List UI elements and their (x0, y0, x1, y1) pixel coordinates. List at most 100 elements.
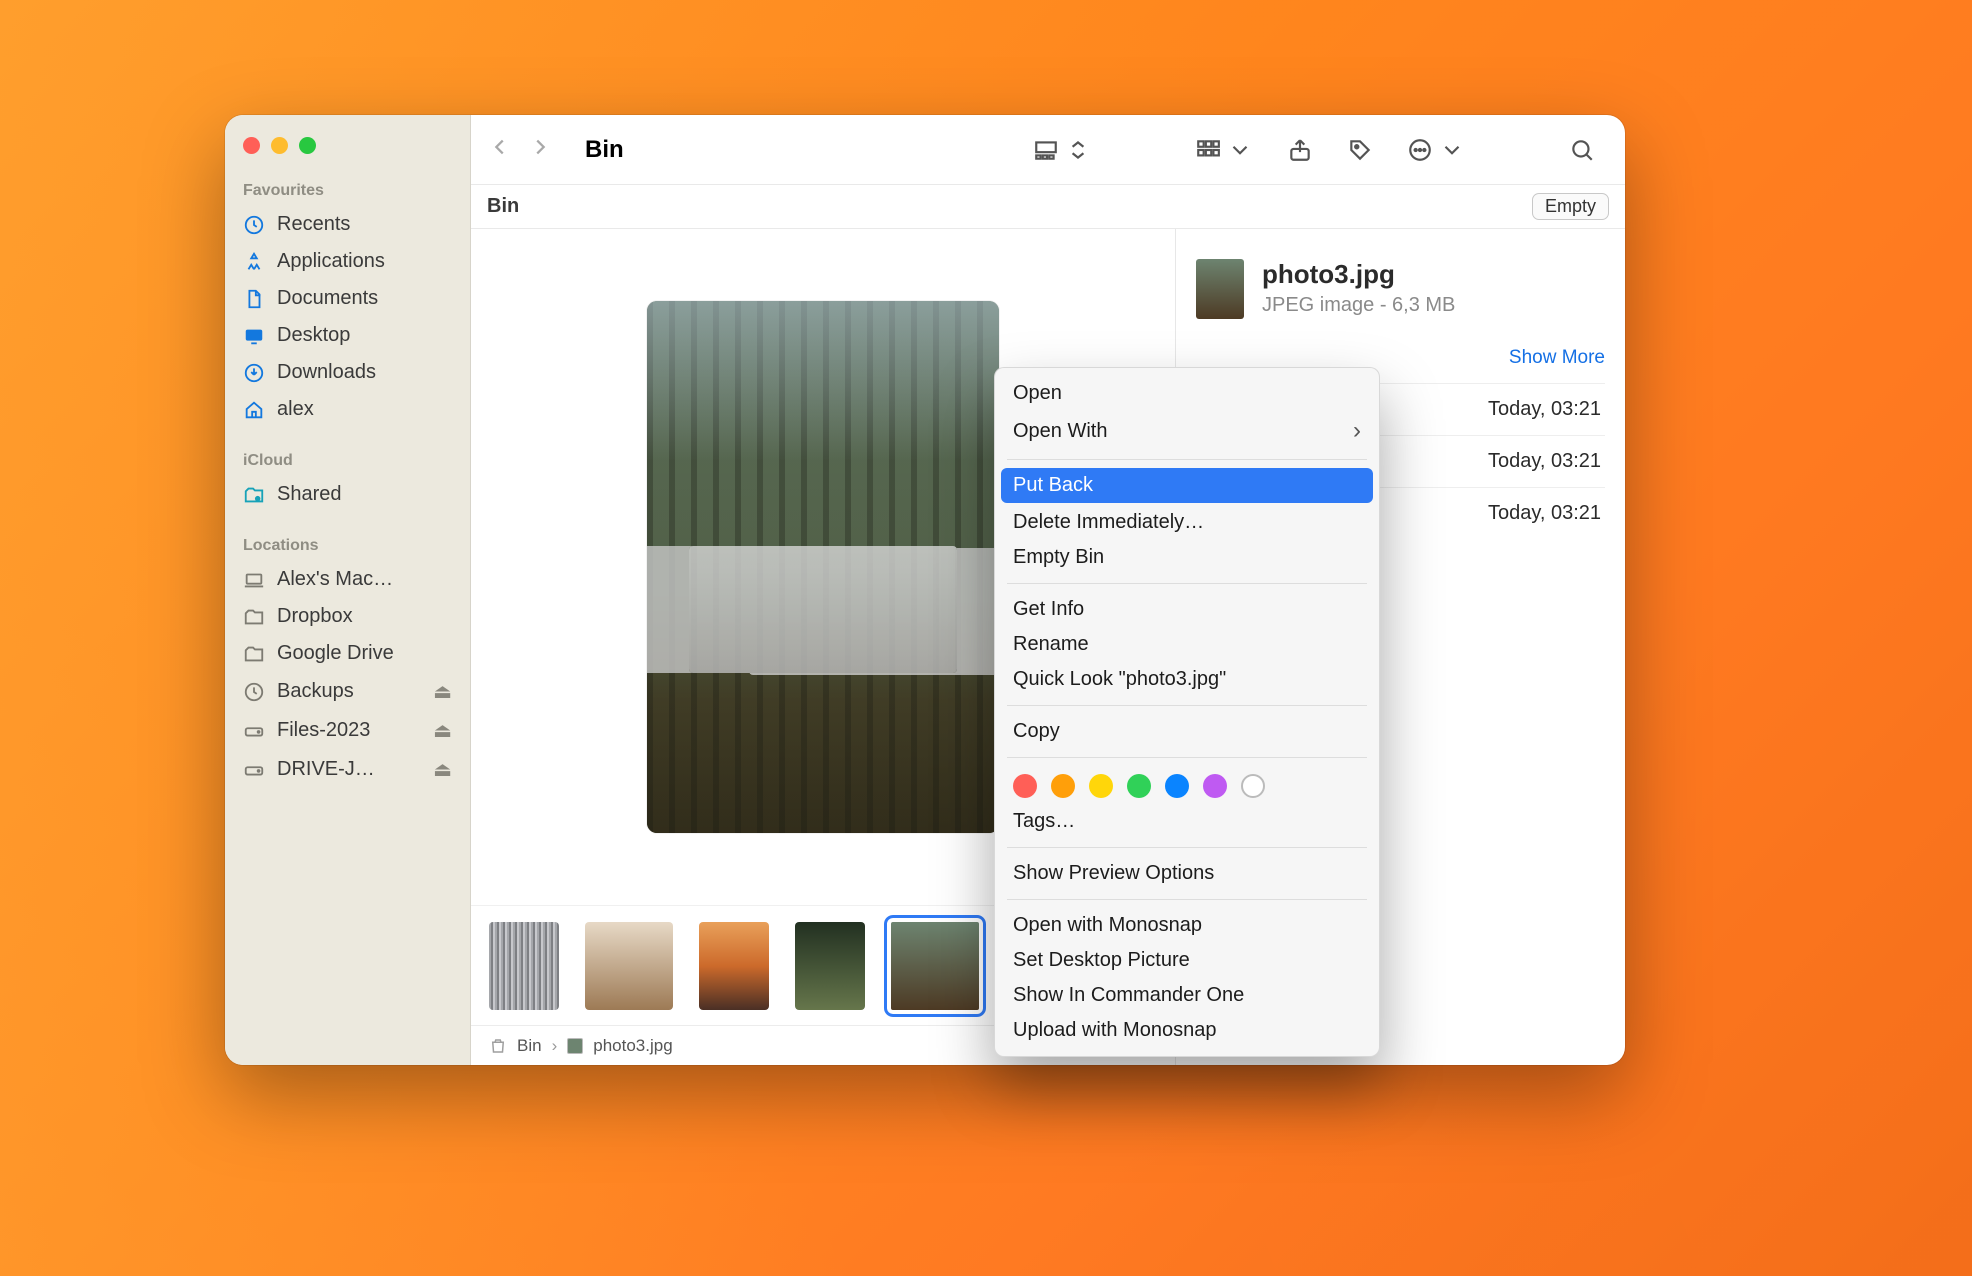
thumbnail[interactable] (489, 922, 559, 1010)
zoom-window-button[interactable] (299, 137, 316, 154)
sidebar-item-shared[interactable]: Shared (225, 476, 470, 513)
laptop-icon (243, 569, 265, 591)
ctx-preview-options[interactable]: Show Preview Options (995, 856, 1379, 891)
sidebar-item-label: Files-2023 (277, 719, 370, 742)
shared-icon (243, 484, 265, 506)
sidebar-item-home[interactable]: alex (225, 391, 470, 428)
ctx-open[interactable]: Open (995, 376, 1379, 411)
sidebar-item-desktop[interactable]: Desktop (225, 317, 470, 354)
group-by-button[interactable] (1183, 131, 1265, 169)
ctx-commander-one[interactable]: Show In Commander One (995, 978, 1379, 1013)
view-gallery-button[interactable] (1021, 131, 1103, 169)
sidebar-section-title: Locations (225, 531, 470, 561)
thumbnail[interactable] (699, 922, 769, 1010)
action-menu-button[interactable] (1395, 131, 1477, 169)
close-window-button[interactable] (243, 137, 260, 154)
breadcrumb-folder[interactable]: Bin (517, 1036, 542, 1056)
sidebar-item-applications[interactable]: Applications (225, 243, 470, 280)
minimize-window-button[interactable] (271, 137, 288, 154)
sidebar-item-label: Documents (277, 287, 378, 310)
tags-button[interactable] (1335, 131, 1385, 169)
location-label: Bin (487, 195, 519, 218)
context-menu: Open Open With Put Back Delete Immediate… (994, 367, 1380, 1057)
eject-icon[interactable]: ⏏ (433, 718, 452, 743)
sidebar-section-title: iCloud (225, 446, 470, 476)
tag-purple[interactable] (1203, 774, 1227, 798)
back-button[interactable] (489, 136, 511, 163)
sidebar-item-recents[interactable]: Recents (225, 206, 470, 243)
preview-image[interactable] (647, 301, 999, 833)
window-title: Bin (585, 136, 624, 164)
finder-window: Favourites Recents Applications Document… (225, 115, 1625, 1065)
sidebar-item-label: Downloads (277, 361, 376, 384)
sidebar-item-label: Recents (277, 213, 350, 236)
sidebar-item-mac[interactable]: Alex's Mac… (225, 561, 470, 598)
window-controls (225, 129, 470, 176)
tag-orange[interactable] (1051, 774, 1075, 798)
sidebar-item-gdrive[interactable]: Google Drive (225, 635, 470, 672)
sidebar-item-label: Desktop (277, 324, 350, 347)
file-thumb-icon (567, 1038, 583, 1054)
eject-icon[interactable]: ⏏ (433, 757, 452, 782)
info-value: Today, 03:21 (1488, 450, 1601, 473)
empty-bin-button[interactable]: Empty (1532, 193, 1609, 220)
folder-icon (243, 643, 265, 665)
ctx-open-monosnap[interactable]: Open with Monosnap (995, 908, 1379, 943)
ctx-put-back[interactable]: Put Back (1001, 468, 1373, 503)
info-value: Today, 03:21 (1488, 502, 1601, 525)
desktop-icon (243, 325, 265, 347)
info-value: Today, 03:21 (1488, 398, 1601, 421)
apps-icon (243, 251, 265, 273)
ctx-quick-look[interactable]: Quick Look "photo3.jpg" (995, 662, 1379, 697)
location-bar: Bin Empty (471, 185, 1625, 229)
sidebar-item-backups[interactable]: Backups ⏏ (225, 672, 470, 711)
tag-blue[interactable] (1165, 774, 1189, 798)
ctx-get-info[interactable]: Get Info (995, 592, 1379, 627)
sidebar-item-documents[interactable]: Documents (225, 280, 470, 317)
thumbnail[interactable] (795, 922, 865, 1010)
forward-button[interactable] (529, 136, 551, 163)
sidebar-item-label: Backups (277, 680, 354, 703)
thumbnail-selected[interactable] (891, 922, 979, 1010)
search-button[interactable] (1557, 131, 1607, 169)
tag-red[interactable] (1013, 774, 1037, 798)
ctx-upload-monosnap[interactable]: Upload with Monosnap (995, 1013, 1379, 1048)
sidebar-item-files2023[interactable]: Files-2023 ⏏ (225, 711, 470, 750)
chevron-right-icon: › (552, 1036, 558, 1056)
info-thumbnail (1196, 259, 1244, 319)
ctx-rename[interactable]: Rename (995, 627, 1379, 662)
info-filename: photo3.jpg (1262, 259, 1455, 290)
download-icon (243, 362, 265, 384)
ctx-delete-immediately[interactable]: Delete Immediately… (995, 505, 1379, 540)
breadcrumb-file[interactable]: photo3.jpg (593, 1036, 672, 1056)
folder-icon (243, 606, 265, 628)
clock-icon (243, 214, 265, 236)
ctx-set-desktop[interactable]: Set Desktop Picture (995, 943, 1379, 978)
info-kind-size: JPEG image - 6,3 MB (1262, 294, 1455, 317)
share-button[interactable] (1275, 131, 1325, 169)
tag-none[interactable] (1241, 774, 1265, 798)
thumbnail[interactable] (585, 922, 673, 1010)
ctx-open-with[interactable]: Open With (995, 411, 1379, 451)
eject-icon[interactable]: ⏏ (433, 679, 452, 704)
ctx-tags[interactable]: Tags… (995, 804, 1379, 839)
sidebar-item-label: alex (277, 398, 314, 421)
sidebar-item-label: Alex's Mac… (277, 568, 393, 591)
sidebar-section-title: Favourites (225, 176, 470, 206)
ctx-empty-bin[interactable]: Empty Bin (995, 540, 1379, 575)
sidebar-item-label: Shared (277, 483, 342, 506)
ctx-copy[interactable]: Copy (995, 714, 1379, 749)
ctx-tag-colors (995, 766, 1379, 804)
sidebar-item-dropbox[interactable]: Dropbox (225, 598, 470, 635)
sidebar-item-label: DRIVE-J… (277, 758, 375, 781)
disk-icon (243, 759, 265, 781)
tag-green[interactable] (1127, 774, 1151, 798)
sidebar-item-downloads[interactable]: Downloads (225, 354, 470, 391)
doc-icon (243, 288, 265, 310)
sidebar-item-label: Applications (277, 250, 385, 273)
sidebar-item-label: Dropbox (277, 605, 353, 628)
time-icon (243, 681, 265, 703)
show-more-button[interactable]: Show More (1196, 347, 1605, 369)
sidebar-item-drivej[interactable]: DRIVE-J… ⏏ (225, 750, 470, 789)
tag-yellow[interactable] (1089, 774, 1113, 798)
